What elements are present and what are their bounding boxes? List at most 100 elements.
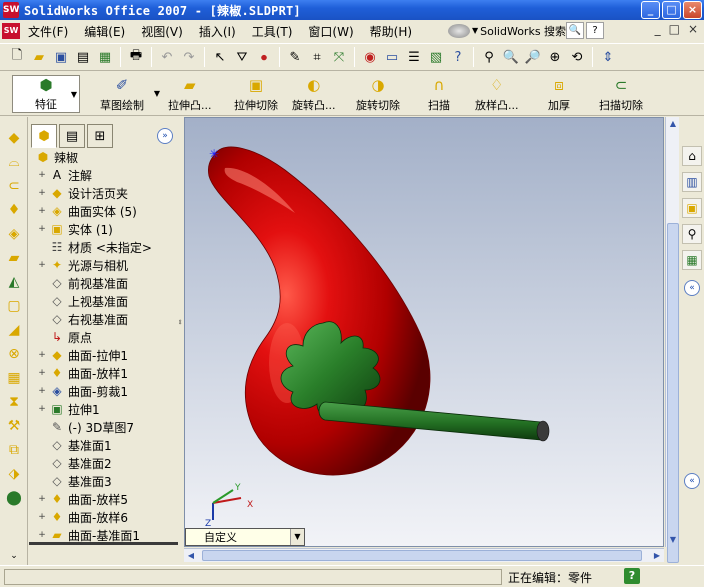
fillet-feature-icon[interactable]: ◈ — [5, 225, 23, 243]
tree-item[interactable]: + ♦ 曲面-放样5 — [37, 490, 128, 508]
dimension-icon[interactable]: ⌗ — [308, 48, 326, 66]
menu-tools[interactable]: 工具(T) — [244, 23, 301, 40]
tree-item[interactable]: + ♦ 曲面-放样1 — [37, 364, 128, 382]
hole-feature-icon[interactable]: ⊗ — [5, 345, 23, 363]
tree-item[interactable]: ◇ 右视基准面 — [37, 310, 128, 328]
expand-plus-icon[interactable]: + — [37, 386, 47, 396]
close-button[interactable]: × — [683, 1, 702, 19]
appearance-icon[interactable]: ◉ — [361, 48, 379, 66]
menu-file[interactable]: 文件(F) — [20, 23, 76, 40]
revolve-boss-button[interactable]: ◐ 旋转凸... — [292, 75, 336, 113]
minimize-button[interactable]: _ — [641, 1, 660, 19]
tree-item[interactable]: + ♦ 曲面-放样6 — [37, 508, 128, 526]
pattern-feature-icon[interactable]: ▦ — [5, 369, 23, 387]
scroll-left-icon[interactable]: ◀ — [184, 549, 198, 563]
menu-help[interactable]: 帮助(H) — [362, 23, 420, 40]
tree-item[interactable]: + ◆ 曲面-拉伸1 — [37, 346, 128, 364]
resources-icon[interactable]: ▥ — [682, 172, 702, 192]
menu-view[interactable]: 视图(V) — [133, 23, 191, 40]
chevron-down-icon[interactable]: ⌄ — [5, 547, 23, 565]
tree-item[interactable]: + ◈ 曲面-剪裁1 — [37, 382, 128, 400]
tree-item[interactable]: ◇ 前视基准面 — [37, 274, 128, 292]
tree-item[interactable]: ☷ 材质 <未指定> — [37, 238, 152, 256]
shell-feature-icon[interactable]: ▢ — [5, 297, 23, 315]
scroll-right-icon[interactable]: ▶ — [650, 549, 664, 563]
reference-geometry-icon[interactable]: ⤧ — [330, 48, 348, 66]
print-icon[interactable]: 🖶 — [127, 48, 145, 66]
collapse-panel-icon[interactable]: » — [157, 128, 173, 144]
scroll-up-icon[interactable]: ▲ — [667, 117, 679, 131]
tree-root[interactable]: ⬢ 辣椒 — [33, 148, 78, 166]
tree-item[interactable]: ◇ 基准面2 — [37, 454, 111, 472]
save-icon[interactable]: ▣ — [52, 48, 70, 66]
search-go-icon[interactable]: 🔍 — [566, 22, 584, 39]
tree-item[interactable]: + ◈ 曲面实体 (5) — [37, 202, 137, 220]
graphics-area[interactable]: ✳ X Y Z — [184, 117, 664, 547]
sweep-button[interactable]: ∩ 扫描 — [428, 75, 450, 113]
surface-feature-icon[interactable]: ⬤ — [5, 489, 23, 507]
tree-item[interactable]: + ✦ 光源与相机 — [37, 256, 128, 274]
view-palette-icon[interactable]: ▦ — [682, 250, 702, 270]
open-folder-icon[interactable]: ▰ — [30, 48, 48, 66]
chevron-down-icon[interactable]: ▼ — [154, 89, 160, 98]
help-icon[interactable]: ? — [624, 568, 640, 584]
search-dropdown-icon[interactable]: ▼ — [472, 26, 478, 35]
tree-item[interactable]: ◇ 基准面1 — [37, 436, 111, 454]
expand-plus-icon[interactable]: + — [37, 260, 47, 270]
extrude-boss-button[interactable]: ▰ 拉伸凸... — [168, 75, 212, 113]
zoom-area-icon[interactable]: 🔍 — [502, 48, 520, 66]
thicken-button[interactable]: ⧈ 加厚 — [548, 75, 570, 113]
sketch-relations-icon[interactable]: ✎ — [286, 48, 304, 66]
revolve-feature-icon[interactable]: ⌓ — [5, 153, 23, 171]
expand-plus-icon[interactable]: + — [37, 404, 47, 414]
undo-icon[interactable]: ↶ — [158, 48, 176, 66]
horizontal-scrollbar[interactable]: ◀ ▶ — [184, 548, 664, 562]
help-icon[interactable]: ? — [449, 48, 467, 66]
combine-feature-icon[interactable]: ⧉ — [5, 441, 23, 459]
help-question-icon[interactable]: ? — [586, 22, 604, 39]
splitter-grip-icon[interactable]: ⦂ — [179, 317, 181, 327]
tree-item[interactable]: ◇ 基准面3 — [37, 472, 111, 490]
tab-sketch[interactable]: ✐ 草图绘制 ▼ — [86, 75, 160, 113]
split-feature-icon[interactable]: ⚒ — [5, 417, 23, 435]
vertical-scrollbar[interactable]: ▲ ▼ — [665, 117, 679, 563]
menu-window[interactable]: 窗口(W) — [300, 23, 361, 40]
revolve-cut-button[interactable]: ◑ 旋转切除 — [356, 75, 400, 113]
doc-restore-button[interactable]: □ — [669, 22, 680, 36]
rib-feature-icon[interactable]: ◢ — [5, 321, 23, 339]
search-box[interactable]: ▼ SolidWorks 搜索 — [448, 21, 568, 40]
design-library-icon[interactable]: ▣ — [682, 198, 702, 218]
horizontal-scroll-thumb[interactable] — [202, 550, 642, 561]
menu-insert[interactable]: 插入(I) — [191, 23, 244, 40]
zoom-to-fit-icon[interactable]: ⚲ — [480, 48, 498, 66]
expand-plus-icon[interactable]: + — [37, 368, 47, 378]
tree-item[interactable]: + ◆ 设计活页夹 — [37, 184, 128, 202]
options-icon[interactable]: ☰ — [405, 48, 423, 66]
zoom-in-out-icon[interactable]: 🔎 — [524, 48, 542, 66]
draft-feature-icon[interactable]: ◭ — [5, 273, 23, 291]
tab-feature-tree[interactable]: ⬢ — [31, 124, 57, 148]
chevron-down-icon[interactable]: ▼ — [290, 529, 304, 545]
print-preview-icon[interactable]: ▤ — [74, 48, 92, 66]
doc-minimize-button[interactable]: _ — [655, 22, 661, 36]
zoom-selection-icon[interactable]: ⊕ — [546, 48, 564, 66]
redo-icon[interactable]: ↷ — [180, 48, 198, 66]
pan-icon[interactable]: ⇕ — [599, 48, 617, 66]
select-filter-icon[interactable]: ⛛ — [233, 48, 251, 66]
mirror-feature-icon[interactable]: ⧗ — [5, 393, 23, 411]
wrap-feature-icon[interactable]: ⬗ — [5, 465, 23, 483]
configuration-select[interactable]: 自定义 ▼ — [185, 528, 305, 546]
swept-cut-button[interactable]: ⊂ 扫描切除 — [599, 75, 643, 113]
document-icon[interactable]: SW — [2, 23, 20, 39]
tab-features[interactable]: ⬢ 特征 ▼ — [12, 75, 80, 113]
tree-item[interactable]: ↳ 原点 — [37, 328, 92, 346]
expand-plus-icon[interactable]: + — [37, 530, 47, 540]
tree-item[interactable]: ◇ 上视基准面 — [37, 292, 128, 310]
expand-plus-icon[interactable]: + — [37, 512, 47, 522]
tree-item[interactable]: ✎ (-) 3D草图7 — [37, 418, 134, 436]
select-pointer-icon[interactable]: ↖ — [211, 48, 229, 66]
expand-plus-icon[interactable]: + — [37, 206, 47, 216]
traffic-light-icon[interactable]: ⦁ — [255, 48, 273, 66]
loft-feature-icon[interactable]: ♦ — [5, 201, 23, 219]
expand-plus-icon[interactable]: + — [37, 494, 47, 504]
